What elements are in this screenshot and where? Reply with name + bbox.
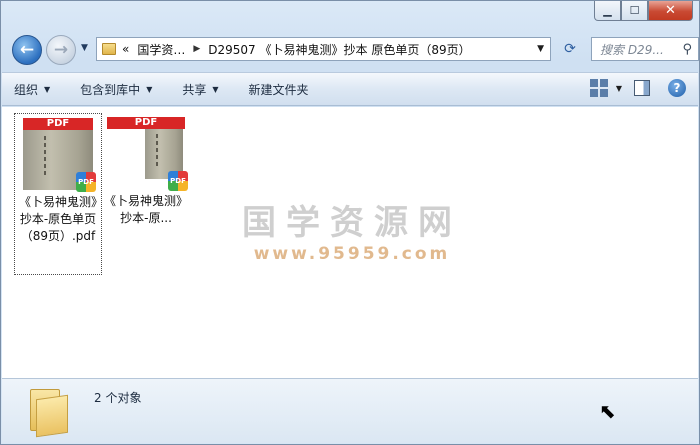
pdf-label: PDF [23, 118, 93, 130]
change-view-icon[interactable] [589, 79, 608, 97]
refresh-button[interactable]: ⟳ [557, 37, 583, 61]
command-toolbar: 组织 ▼ 包含到库中 ▼ 共享 ▼ 新建文件夹 ▼ ? [2, 72, 698, 106]
mouse-pointer-icon: ⬉ [599, 399, 616, 423]
preview-pane-icon[interactable] [634, 80, 650, 96]
file-list-area[interactable]: PDF PDF 《卜易神鬼测》抄本-原色单页（89页）.pdf PDF PDF … [2, 107, 698, 378]
organize-menu[interactable]: 组织 ▼ [14, 81, 50, 98]
navigation-bar: ← → ▼ « 国学资… ▶ D29507 《卜易神鬼测》抄本 原色单页（89页… [9, 33, 699, 67]
minimize-button[interactable]: ▁ [594, 1, 621, 21]
breadcrumb-root[interactable]: 国学资… [137, 41, 185, 58]
include-library-label: 包含到库中 [80, 82, 141, 97]
breadcrumb-current[interactable]: D29507 《卜易神鬼测》抄本 原色单页（89页） [208, 41, 470, 58]
address-overflow-chevron[interactable]: « [122, 42, 129, 56]
arrow-right-icon: → [53, 40, 69, 60]
chevron-down-icon: ▼ [44, 84, 51, 94]
include-in-library-menu[interactable]: 包含到库中 ▼ [80, 81, 152, 98]
close-button[interactable]: ✕ [648, 1, 693, 21]
address-bar[interactable]: « 国学资… ▶ D29507 《卜易神鬼测》抄本 原色单页（89页） ▼ [96, 37, 551, 61]
refresh-icon: ⟳ [564, 41, 576, 57]
caption-buttons: ▁ ☐ ✕ [594, 1, 693, 23]
pdf-app-icon: PDF [168, 171, 188, 191]
new-folder-button[interactable]: 新建文件夹 [249, 81, 309, 98]
help-icon[interactable]: ? [668, 79, 686, 97]
file-item[interactable]: PDF PDF 《卜易神鬼测》抄本-原色单页（89页）.pdf [14, 113, 102, 275]
maximize-button[interactable]: ☐ [621, 1, 648, 21]
pdf-thumbnail: PDF PDF [23, 118, 96, 192]
details-pane: 2 个对象 [2, 378, 698, 443]
pdf-thumbnail: PDF PDF [107, 117, 188, 191]
chevron-down-icon: ▼ [212, 84, 219, 94]
file-item[interactable]: PDF PDF 《卜易神鬼测》抄本-原... [102, 113, 190, 227]
search-placeholder: 搜索 D29... [600, 42, 664, 57]
organize-label: 组织 [14, 82, 39, 97]
view-options-dropdown[interactable]: ▼ [616, 84, 622, 93]
pdf-label: PDF [107, 117, 185, 129]
folder-icon [30, 389, 70, 438]
watermark: 国学资源网 www.95959.com [242, 195, 462, 264]
toolbar-right-group: ▼ ? [589, 79, 686, 97]
share-label: 共享 [182, 82, 207, 97]
item-count: 2 个对象 [94, 391, 142, 405]
search-input[interactable]: 搜索 D29... ⚲ [591, 37, 699, 61]
new-folder-label: 新建文件夹 [248, 82, 309, 97]
explorer-window: ▁ ☐ ✕ ← → ▼ « 国学资… ▶ D29507 《卜易神鬼测》抄本 原色… [0, 0, 700, 445]
forward-button[interactable]: → [46, 35, 76, 65]
file-name: 《卜易神鬼测》抄本-原... [104, 194, 189, 225]
share-menu[interactable]: 共享 ▼ [182, 81, 218, 98]
watermark-url: www.95959.com [253, 244, 451, 264]
pdf-app-icon: PDF [76, 172, 96, 192]
arrow-left-icon: ← [19, 40, 35, 60]
watermark-title: 国学资源网 [242, 203, 462, 243]
address-dropdown-icon[interactable]: ▼ [537, 44, 544, 54]
back-button[interactable]: ← [12, 35, 42, 65]
file-name: 《卜易神鬼测》抄本-原色单页（89页）.pdf [18, 195, 97, 243]
chevron-down-icon: ▼ [146, 84, 153, 94]
breadcrumb-arrow-icon[interactable]: ▶ [193, 44, 200, 54]
folder-icon [102, 43, 116, 55]
search-icon[interactable]: ⚲ [682, 42, 692, 57]
recent-pages-dropdown[interactable]: ▼ [81, 43, 88, 53]
